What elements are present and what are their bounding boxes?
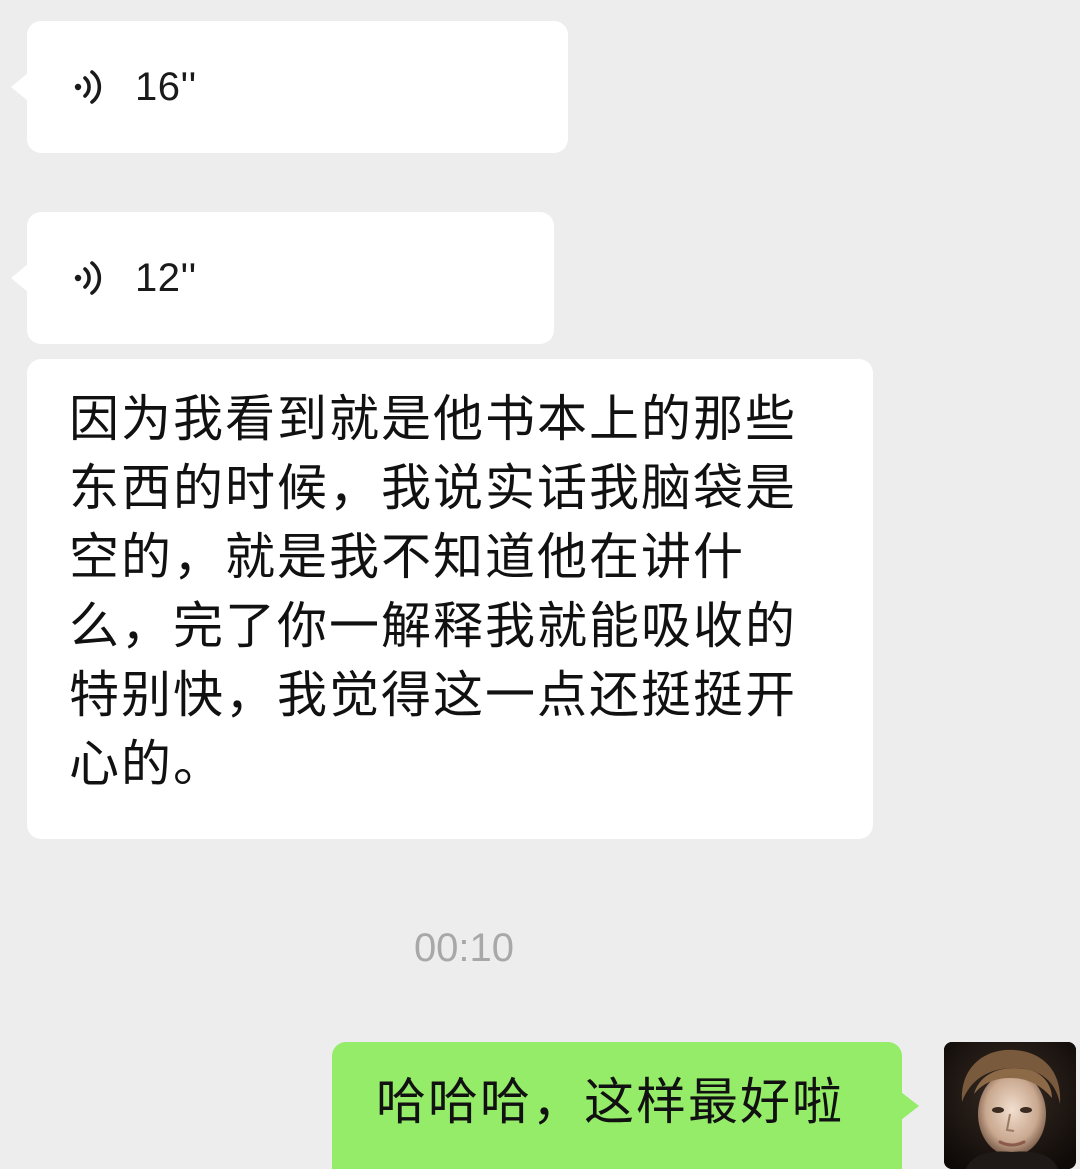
avatar[interactable] (944, 1042, 1076, 1169)
chat-area: 16'' 12'' 因为我看到就是他书本上的那些东西的时候，我说实话我脑袋是空的… (0, 0, 1080, 1169)
voice-duration: 12'' (135, 255, 197, 300)
voice-wave-icon (74, 70, 102, 104)
outgoing-message[interactable]: 哈哈哈，这样最好啦 (332, 1042, 902, 1169)
avatar-portrait-icon (944, 1042, 1076, 1169)
outgoing-message-text: 哈哈哈，这样最好啦 (376, 1073, 844, 1131)
text-message[interactable]: 因为我看到就是他书本上的那些东西的时候，我说实话我脑袋是空的，就是我不知道他在讲… (27, 359, 873, 839)
voice-wave-icon (74, 261, 102, 295)
message-text: 因为我看到就是他书本上的那些东西的时候，我说实话我脑袋是空的，就是我不知道他在讲… (69, 390, 797, 793)
voice-message[interactable]: 16'' (27, 21, 568, 153)
voice-message[interactable]: 12'' (27, 212, 554, 344)
message-timestamp: 00:10 (413, 926, 515, 970)
voice-duration: 16'' (135, 64, 197, 109)
